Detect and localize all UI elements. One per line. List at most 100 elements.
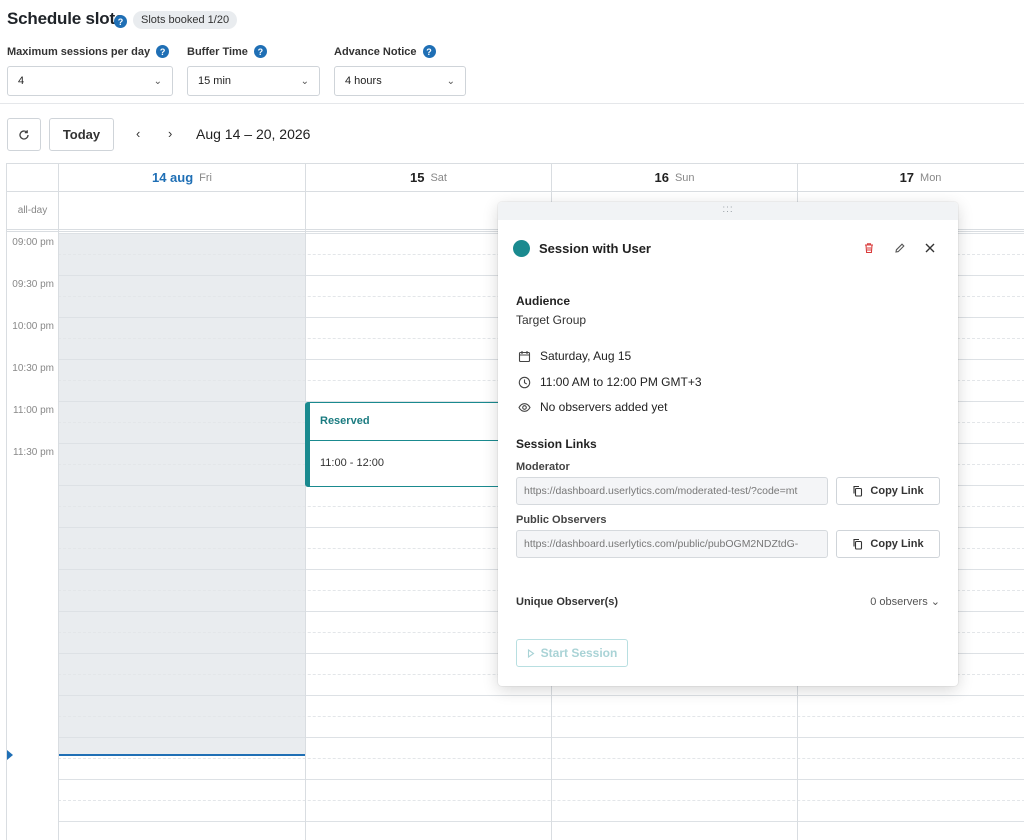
public-observers-label: Public Observers <box>516 514 607 526</box>
day-number: 16 <box>654 170 669 185</box>
chevron-down-icon: ⌄ <box>153 75 162 87</box>
session-title: Session with User <box>539 241 651 256</box>
time-label: 09:30 pm <box>12 279 54 290</box>
copy-public-link-button[interactable]: Copy Link <box>836 530 940 558</box>
copy-moderator-link-button[interactable]: Copy Link <box>836 477 940 505</box>
allday-label: all-day <box>17 204 48 216</box>
pencil-icon <box>895 243 905 253</box>
copy-link-label: Copy Link <box>870 485 924 497</box>
audience-value: Target Group <box>516 313 587 327</box>
time-label: 10:30 pm <box>12 363 54 374</box>
chevron-down-icon: ⌄ <box>300 75 309 87</box>
past-day-shade <box>59 233 305 755</box>
day-header-14[interactable]: 14 aug Fri <box>59 164 305 191</box>
refresh-button[interactable] <box>7 118 41 151</box>
column-divider <box>58 164 59 840</box>
divider <box>0 103 1024 104</box>
edit-button[interactable] <box>891 239 909 257</box>
date-range: Aug 14 – 20, 2026 <box>196 126 311 142</box>
day-number: 14 aug <box>151 170 194 185</box>
day-number: 15 <box>410 170 425 185</box>
help-icon[interactable]: ? <box>422 45 436 58</box>
calendar-icon <box>518 350 531 362</box>
eye-icon <box>518 402 531 412</box>
slot-line <box>58 758 1024 759</box>
audience-heading: Audience <box>516 294 571 308</box>
page-title: Schedule slots <box>7 9 125 28</box>
current-time-line <box>59 754 305 756</box>
help-icon[interactable]: ? <box>253 45 267 58</box>
day-header-16[interactable]: 16 Sun <box>552 164 797 191</box>
header-divider <box>7 191 1024 192</box>
time-label: 11:30 pm <box>13 447 54 458</box>
slots-booked-badge: Slots booked 1/20 <box>133 11 238 29</box>
session-popover: ::: Session with User Audience Target Gr… <box>498 202 958 686</box>
drag-handle[interactable]: ::: <box>498 202 958 220</box>
day-header-15[interactable]: 15 Sat <box>306 164 551 191</box>
refresh-icon <box>19 129 29 140</box>
slot-line <box>58 695 1024 696</box>
time-label: 10:00 pm <box>12 321 54 332</box>
buffer-time-select[interactable]: 15 min ⌄ <box>187 66 320 96</box>
buffer-time-value: 15 min <box>198 75 232 87</box>
delete-button[interactable] <box>860 239 878 257</box>
help-icon[interactable]: ? <box>114 15 127 28</box>
session-time-text: 11:00 AM to 12:00 PM GMT+3 <box>540 375 702 389</box>
reserved-event[interactable]: Reserved 11:00 - 12:00 <box>305 402 505 487</box>
trash-icon <box>865 243 873 254</box>
copy-icon <box>853 485 863 497</box>
day-number: 17 <box>899 170 915 185</box>
help-icon[interactable]: ? <box>156 45 170 58</box>
today-button[interactable]: Today <box>49 118 114 151</box>
public-observers-link-field[interactable]: https://dashboard.userlytics.com/public/… <box>516 530 828 558</box>
advance-notice-value: 4 hours <box>345 75 382 87</box>
observers-note: No observers added yet <box>518 400 667 414</box>
play-icon <box>527 648 535 658</box>
observers-note-text: No observers added yet <box>540 400 668 414</box>
current-time-marker <box>7 750 13 760</box>
max-sessions-value: 4 <box>18 75 25 87</box>
slot-line <box>58 800 1024 801</box>
day-weekday: Sun <box>674 171 695 184</box>
advance-notice-label: Advance Notice ? <box>334 45 436 58</box>
session-time: 11:00 AM to 12:00 PM GMT+3 <box>518 375 702 389</box>
session-color-dot <box>513 240 530 257</box>
close-icon <box>925 243 935 253</box>
time-label: 11:00 pm <box>13 405 54 416</box>
slot-line <box>58 716 1024 717</box>
event-time: 11:00 - 12:00 <box>320 457 385 469</box>
column-divider <box>305 164 306 840</box>
slot-line <box>58 821 1024 822</box>
max-sessions-select[interactable]: 4 ⌄ <box>7 66 173 96</box>
day-header-17[interactable]: 17 Mon <box>798 164 1024 191</box>
slot-line <box>58 737 1024 738</box>
chevron-down-icon: ⌄ <box>446 75 455 87</box>
start-session-button[interactable]: Start Session <box>516 639 628 667</box>
day-weekday: Mon <box>920 171 942 184</box>
time-label: 09:00 pm <box>12 237 54 248</box>
clock-icon <box>518 376 531 388</box>
moderator-label: Moderator <box>516 461 570 473</box>
max-sessions-label: Maximum sessions per day ? <box>7 45 170 58</box>
unique-observers-row: Unique Observer(s) 0 observers ⌄ <box>516 595 940 609</box>
slot-line <box>58 779 1024 780</box>
copy-icon <box>853 538 863 550</box>
start-session-label: Start Session <box>540 646 618 660</box>
prev-week-button[interactable]: ‹ <box>136 126 140 141</box>
copy-link-label: Copy Link <box>870 538 924 550</box>
chevron-down-icon: ⌄ <box>930 596 940 608</box>
next-week-button[interactable]: › <box>168 126 172 141</box>
observer-count: 0 observers <box>870 596 928 608</box>
session-date: Saturday, Aug 15 <box>518 349 631 363</box>
close-button[interactable] <box>921 239 939 257</box>
session-links-heading: Session Links <box>516 437 597 451</box>
session-date-text: Saturday, Aug 15 <box>540 349 632 363</box>
day-weekday: Sat <box>430 171 447 184</box>
observer-count-dropdown[interactable]: 0 observers ⌄ <box>870 595 940 608</box>
buffer-time-label: Buffer Time ? <box>187 45 267 58</box>
event-title: Reserved <box>320 415 370 427</box>
day-weekday: Fri <box>199 171 212 184</box>
advance-notice-select[interactable]: 4 hours ⌄ <box>334 66 466 96</box>
unique-observers-label: Unique Observer(s) <box>516 595 619 608</box>
moderator-link-field[interactable]: https://dashboard.userlytics.com/moderat… <box>516 477 828 505</box>
